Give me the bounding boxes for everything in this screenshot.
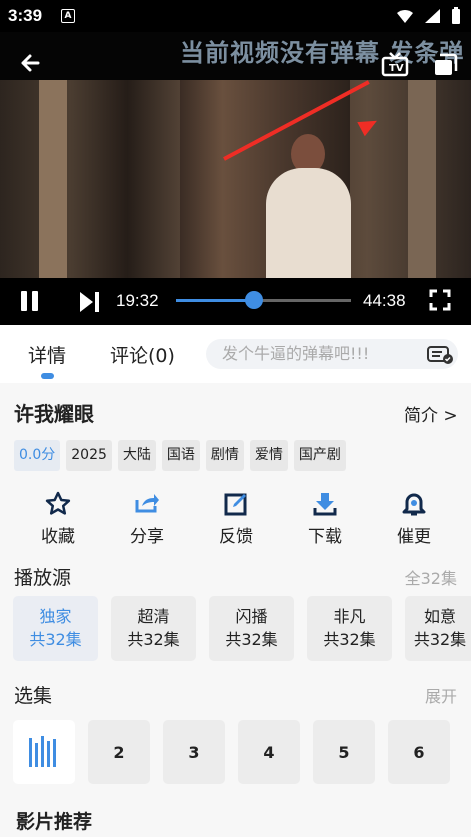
recommend-heading: 影片推荐 <box>16 811 93 833</box>
status-icons <box>396 7 461 25</box>
source-item[interactable]: 非凡共32集 <box>307 596 392 661</box>
language-tag: 国语 <box>161 440 200 471</box>
rating-tag: 0.0分 <box>14 440 61 471</box>
episode-button[interactable]: 3 <box>163 720 225 784</box>
source-name: 超清 <box>137 607 170 626</box>
source-item[interactable]: 如意共32集 <box>405 596 471 661</box>
star-icon <box>45 491 71 515</box>
title-row: 许我耀眼 简介 > <box>0 395 471 431</box>
sources-total: 全32集 <box>404 569 457 588</box>
source-name: 闪播 <box>235 607 268 626</box>
episodes-expand[interactable]: 展开 <box>425 683 457 707</box>
pause-icon[interactable] <box>18 289 42 313</box>
wifi-icon <box>397 10 413 23</box>
region-tag: 大陆 <box>117 440 156 471</box>
source-count: 共32集 <box>413 630 467 649</box>
battery-icon <box>452 7 460 24</box>
danmaku-settings-icon[interactable] <box>426 344 455 365</box>
download-label: 下载 <box>308 527 342 547</box>
progress-slider[interactable] <box>176 291 351 309</box>
video-frame[interactable] <box>0 80 471 308</box>
status-bar: 3:39 A <box>0 0 471 32</box>
tab-details[interactable]: 详情 <box>28 341 66 368</box>
source-count: 共32集 <box>225 630 278 649</box>
episode-button[interactable]: 2 <box>88 720 150 784</box>
tv-cast-icon[interactable]: TV <box>380 50 410 80</box>
source-name: 非凡 <box>333 607 366 626</box>
status-time: 3:39 <box>8 6 43 25</box>
download-button[interactable]: 下载 <box>295 490 355 547</box>
category-tag: 国产剧 <box>293 440 346 471</box>
next-episode-icon[interactable] <box>77 290 101 314</box>
source-item[interactable]: 超清共32集 <box>111 596 196 661</box>
feedback-label: 反馈 <box>219 527 253 547</box>
action-row: 收藏 分享 反馈 下载 催更 <box>0 490 471 548</box>
elevator-frame-left <box>39 80 67 308</box>
episode-current-playing[interactable] <box>13 720 75 784</box>
player-top-bar: 当前视频没有弹幕 发条弹 TV <box>0 32 471 80</box>
genre-romance-tag: 爱情 <box>249 440 288 471</box>
source-name: 如意 <box>423 607 456 626</box>
danmaku-input-wrapper[interactable] <box>206 339 458 369</box>
current-time: 19:32 <box>116 291 159 310</box>
download-icon <box>313 493 337 516</box>
danmaku-input[interactable] <box>220 343 429 364</box>
source-count: 共32集 <box>127 630 180 649</box>
year-tag: 2025 <box>66 440 112 471</box>
episodes-heading: 选集 <box>14 685 53 707</box>
favorite-label: 收藏 <box>41 527 75 547</box>
tab-details-indicator <box>41 373 54 379</box>
episode-button[interactable]: 4 <box>238 720 300 784</box>
source-count: 共32集 <box>29 630 82 649</box>
favorite-button[interactable]: 收藏 <box>28 490 88 547</box>
edit-icon <box>224 493 247 516</box>
danmaku-text: 当前视频没有弹幕 发条弹 <box>180 39 465 67</box>
tag-list: 0.0分 2025 大陆 国语 剧情 爱情 国产剧 <box>14 440 346 471</box>
source-count: 共32集 <box>323 630 376 649</box>
picture-in-picture-icon[interactable] <box>430 50 460 80</box>
progress-fill <box>176 299 254 302</box>
tab-comments[interactable]: 评论(0) <box>110 341 175 368</box>
share-label: 分享 <box>130 527 164 547</box>
source-name: 独家 <box>39 607 72 626</box>
show-title: 许我耀眼 <box>14 402 94 426</box>
playing-bars-icon <box>29 736 56 767</box>
total-time: 44:38 <box>363 291 406 310</box>
details-content: 详情 评论(0) 许我耀眼 简介 > 0.0分 2025 大陆 国语 剧情 爱情… <box>0 325 471 837</box>
episode-button[interactable]: 5 <box>313 720 375 784</box>
episode-list: 2 3 4 5 6 <box>13 720 450 784</box>
video-player[interactable]: 当前视频没有弹幕 发条弹 TV 19:32 44:38 <box>0 32 471 325</box>
share-button[interactable]: 分享 <box>117 490 177 547</box>
player-controls: 19:32 44:38 <box>0 278 471 325</box>
back-arrow-icon[interactable] <box>16 48 46 78</box>
genre-drama-tag: 剧情 <box>205 440 244 471</box>
source-list: 独家共32集 超清共32集 闪播共32集 非凡共32集 如意共32集 <box>13 596 471 661</box>
source-item[interactable]: 独家共32集 <box>13 596 98 661</box>
sources-heading: 播放源 <box>14 567 72 589</box>
svg-text:TV: TV <box>389 63 404 74</box>
elevator-frame-right <box>408 80 436 308</box>
fullscreen-icon[interactable] <box>429 289 451 311</box>
feedback-button[interactable]: 反馈 <box>206 490 266 547</box>
bell-icon <box>402 493 426 516</box>
remind-label: 催更 <box>397 527 431 547</box>
signal-icon <box>425 9 440 23</box>
summary-link[interactable]: 简介 > <box>404 401 458 426</box>
share-icon <box>135 494 159 513</box>
remind-button[interactable]: 催更 <box>384 490 444 547</box>
notification-icon: A <box>61 9 75 23</box>
progress-thumb[interactable] <box>244 291 263 309</box>
source-item[interactable]: 闪播共32集 <box>209 596 294 661</box>
tab-bar: 详情 评论(0) <box>0 325 471 383</box>
episode-button[interactable]: 6 <box>388 720 450 784</box>
